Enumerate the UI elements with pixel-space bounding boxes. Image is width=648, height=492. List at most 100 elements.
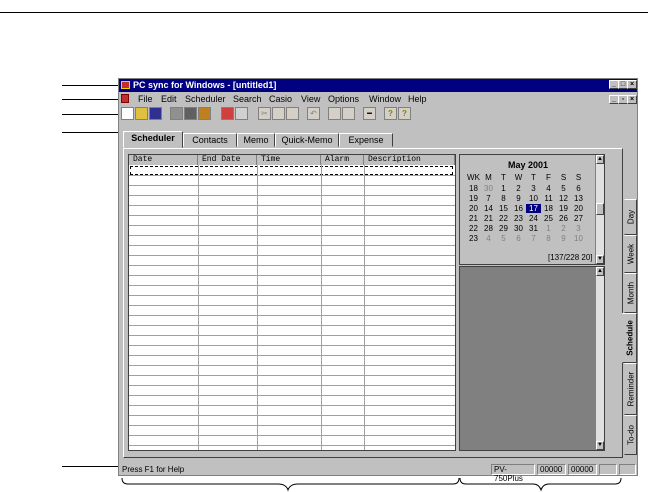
col-header-time[interactable]: Time (257, 155, 321, 165)
calendar-day[interactable]: 4 (541, 184, 556, 193)
cut-icon[interactable]: ✂ (258, 107, 271, 120)
open-icon[interactable] (135, 107, 148, 120)
schedule-list-area[interactable]: ▲ ▼ (459, 266, 605, 451)
mdi-close-button[interactable]: × (627, 95, 637, 104)
calendar-day[interactable]: 11 (541, 194, 556, 203)
col-header-alarm[interactable]: Alarm (321, 155, 364, 165)
calendar-day[interactable]: 30 (481, 184, 496, 193)
new-icon[interactable] (121, 107, 134, 120)
calendar-day[interactable]: 2 (511, 184, 526, 193)
calendar-day[interactable]: 10 (571, 234, 586, 243)
calendar-day[interactable]: 18 (541, 204, 556, 213)
menu-file[interactable]: File (138, 94, 153, 104)
calendar-day[interactable]: 13 (571, 194, 586, 203)
list-scrollbar[interactable]: ▲ ▼ (595, 267, 604, 450)
copy-icon[interactable] (272, 107, 285, 120)
side-tab-todo[interactable]: To-do (624, 415, 637, 455)
import-icon[interactable] (221, 107, 234, 120)
calendar-day[interactable]: 15 (496, 204, 511, 213)
calendar-scrollbar[interactable]: ▲ ▼ (595, 155, 604, 264)
print-preview-icon[interactable] (184, 107, 197, 120)
calendar-day[interactable]: 26 (556, 214, 571, 223)
col-header-description[interactable]: Description (364, 155, 455, 165)
calendar-day[interactable]: 9 (511, 194, 526, 203)
menu-edit[interactable]: Edit (161, 94, 177, 104)
menu-help[interactable]: Help (408, 94, 427, 104)
tab-memo[interactable]: Memo (237, 133, 275, 147)
paste-icon[interactable] (286, 107, 299, 120)
side-tab-week[interactable]: Week (624, 235, 637, 273)
calendar-day[interactable]: 6 (511, 234, 526, 243)
export-icon[interactable] (198, 107, 211, 120)
calendar-day[interactable]: 3 (526, 184, 541, 193)
calendar-day[interactable]: 5 (496, 234, 511, 243)
col-header-end-date[interactable]: End Date (198, 155, 257, 165)
calendar-day[interactable]: 29 (496, 224, 511, 233)
menu-window[interactable]: Window (369, 94, 401, 104)
calendar-day[interactable]: 7 (526, 234, 541, 243)
calendar-day[interactable]: 23 (511, 214, 526, 223)
link-icon[interactable] (235, 107, 248, 120)
schedule-grid[interactable]: Date End Date Time Alarm Description (128, 154, 456, 451)
tab-contacts[interactable]: Contacts (183, 133, 237, 147)
calendar-day[interactable]: 19 (556, 204, 571, 213)
scroll-down-button[interactable]: ▼ (596, 255, 604, 264)
print-icon[interactable] (170, 107, 183, 120)
side-tab-reminder[interactable]: Reminder (624, 363, 637, 415)
calendar-day[interactable]: 25 (541, 214, 556, 223)
help-icon[interactable]: ? (384, 107, 397, 120)
calendar-day[interactable]: 9 (556, 234, 571, 243)
calendar-day[interactable]: 10 (526, 194, 541, 203)
calendar-day[interactable]: 22 (496, 214, 511, 223)
replace-icon[interactable] (342, 107, 355, 120)
title-bar[interactable]: PC sync for Windows - [untitled1] _ □ × (119, 79, 637, 92)
tab-expense[interactable]: Expense (339, 133, 393, 147)
calendar-day[interactable]: 6 (571, 184, 586, 193)
scroll-thumb[interactable] (596, 203, 604, 215)
side-tab-day[interactable]: Day (624, 199, 637, 235)
document-icon[interactable] (121, 94, 129, 103)
menu-scheduler[interactable]: Scheduler (185, 94, 226, 104)
side-tab-todo-label: To-do (626, 424, 635, 446)
calendar-day[interactable]: 21 (481, 214, 496, 223)
menu-options[interactable]: Options (328, 94, 359, 104)
calendar-day[interactable]: 4 (481, 234, 496, 243)
calendar-day[interactable]: 7 (481, 194, 496, 203)
calendar-day[interactable]: 1 (541, 224, 556, 233)
side-tab-month[interactable]: Month (624, 273, 637, 313)
save-icon[interactable] (149, 107, 162, 120)
calendar-day[interactable]: 2 (556, 224, 571, 233)
close-button[interactable]: × (627, 80, 637, 89)
calendar-day[interactable]: 5 (556, 184, 571, 193)
tab-scheduler[interactable]: Scheduler (123, 131, 183, 148)
calendar-day[interactable]: 14 (481, 204, 496, 213)
calendar-day[interactable]: 20 (571, 204, 586, 213)
col-header-date[interactable]: Date (129, 155, 198, 165)
list-scroll-up-button[interactable]: ▲ (596, 267, 604, 276)
calendar-day[interactable]: 24 (526, 214, 541, 223)
calendar-day[interactable]: 30 (511, 224, 526, 233)
scroll-up-button[interactable]: ▲ (596, 155, 604, 164)
calendar-day[interactable]: 1 (496, 184, 511, 193)
focused-cell[interactable] (130, 166, 453, 175)
calendar-week-number: 23 (469, 234, 478, 243)
menu-casio[interactable]: Casio (269, 94, 292, 104)
find-icon[interactable] (328, 107, 341, 120)
calendar-day[interactable]: 8 (496, 194, 511, 203)
calendar-day[interactable]: 27 (571, 214, 586, 223)
calendar-day[interactable]: 12 (556, 194, 571, 203)
tab-quick-memo[interactable]: Quick-Memo (275, 133, 339, 147)
calendar-day[interactable]: 28 (481, 224, 496, 233)
key-icon[interactable]: ━ (363, 107, 376, 120)
list-scroll-down-button[interactable]: ▼ (596, 441, 604, 450)
calendar-day[interactable]: 3 (571, 224, 586, 233)
menu-search[interactable]: Search (233, 94, 262, 104)
calendar-day[interactable]: 17 (526, 204, 541, 213)
side-tab-schedule[interactable]: Schedule (622, 313, 637, 363)
context-help-icon[interactable]: ? (398, 107, 411, 120)
calendar-day[interactable]: 8 (541, 234, 556, 243)
calendar-day[interactable]: 31 (526, 224, 541, 233)
menu-view[interactable]: View (301, 94, 320, 104)
calendar-day[interactable]: 16 (511, 204, 526, 213)
undo-icon[interactable]: ↶ (307, 107, 320, 120)
